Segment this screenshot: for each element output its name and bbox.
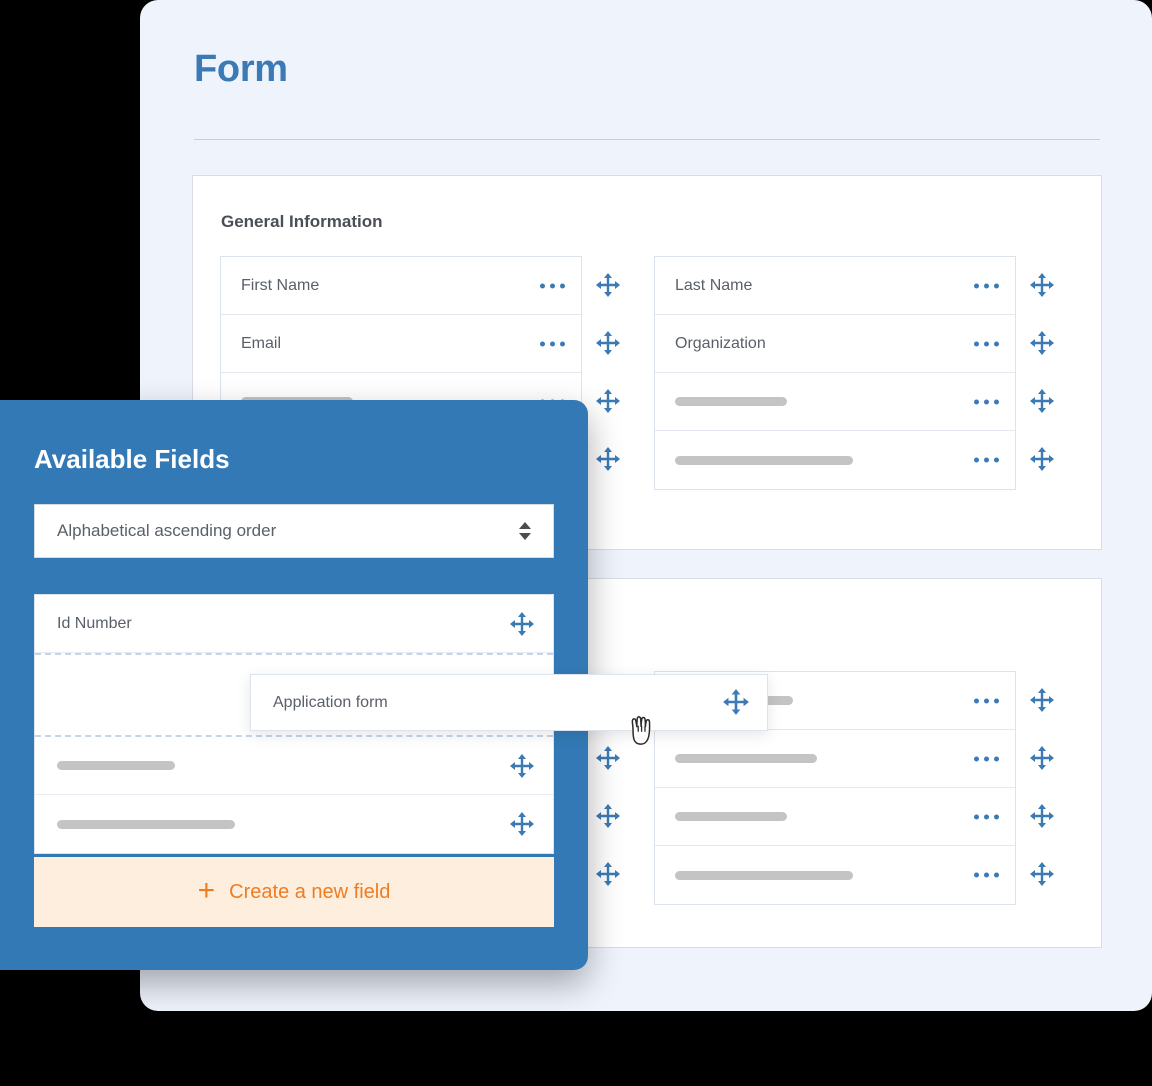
title-divider bbox=[194, 139, 1100, 140]
move-handle[interactable] bbox=[591, 430, 625, 488]
plus-icon: + bbox=[197, 873, 216, 907]
move-arrows-icon bbox=[510, 812, 534, 836]
move-handle[interactable] bbox=[591, 314, 625, 372]
move-handle[interactable] bbox=[509, 611, 535, 637]
move-handle[interactable] bbox=[591, 372, 625, 430]
field-row[interactable] bbox=[655, 431, 1015, 489]
move-arrows-icon bbox=[1030, 804, 1054, 828]
available-fields-title: Available Fields bbox=[34, 444, 230, 474]
sort-spinner-icon[interactable] bbox=[519, 522, 531, 540]
create-new-field-button[interactable]: + Create a new field bbox=[34, 857, 554, 927]
field-row[interactable] bbox=[655, 846, 1015, 904]
more-options-icon[interactable] bbox=[540, 341, 565, 346]
field-label: Email bbox=[241, 334, 282, 352]
move-arrows-icon bbox=[596, 331, 620, 355]
section-heading: General Information bbox=[221, 212, 383, 231]
more-options-icon[interactable] bbox=[974, 341, 999, 346]
move-handle[interactable] bbox=[1025, 671, 1059, 729]
field-row[interactable]: Organization bbox=[655, 315, 1015, 373]
more-options-icon[interactable] bbox=[974, 457, 999, 463]
field-row[interactable] bbox=[655, 788, 1015, 846]
move-handle-column-right bbox=[1025, 256, 1059, 488]
field-column-right: Last Name Organization bbox=[654, 256, 1016, 490]
move-arrows-icon bbox=[1030, 746, 1054, 770]
move-arrows-icon bbox=[510, 611, 534, 636]
move-arrows-icon bbox=[596, 746, 620, 770]
more-options-icon[interactable] bbox=[974, 399, 999, 404]
field-label: Organization bbox=[675, 334, 766, 352]
more-options-icon[interactable] bbox=[974, 814, 999, 819]
more-options-icon[interactable] bbox=[974, 698, 999, 703]
sort-order-value: Alphabetical ascending order bbox=[57, 521, 277, 540]
dragged-move-handle[interactable] bbox=[722, 688, 750, 721]
move-handle[interactable] bbox=[591, 729, 625, 787]
more-options-icon[interactable] bbox=[974, 872, 999, 878]
field-label: Id Number bbox=[57, 614, 132, 632]
field-placeholder-bar bbox=[675, 812, 787, 821]
dragged-field-label: Application form bbox=[273, 693, 388, 711]
available-field-row[interactable] bbox=[35, 795, 553, 853]
field-label: First Name bbox=[241, 276, 320, 294]
move-arrows-icon bbox=[596, 389, 620, 413]
move-handle[interactable] bbox=[1025, 729, 1059, 787]
move-arrows-icon bbox=[723, 689, 749, 715]
field-placeholder-bar bbox=[675, 455, 853, 465]
move-handle[interactable] bbox=[1025, 787, 1059, 845]
move-handle[interactable] bbox=[591, 845, 625, 903]
field-label: Last Name bbox=[675, 276, 753, 294]
move-arrows-icon bbox=[1030, 331, 1054, 355]
field-row[interactable]: First Name bbox=[221, 257, 581, 315]
more-options-icon[interactable] bbox=[974, 283, 999, 288]
field-group: Last Name Organization bbox=[654, 256, 1016, 490]
move-handle[interactable] bbox=[509, 753, 535, 779]
field-row[interactable]: Last Name bbox=[655, 257, 1015, 315]
available-field-row[interactable]: Id Number bbox=[35, 595, 553, 653]
available-field-row[interactable] bbox=[35, 737, 553, 795]
move-handle[interactable] bbox=[1025, 372, 1059, 430]
move-arrows-icon bbox=[596, 862, 620, 886]
field-placeholder-bar bbox=[675, 754, 817, 763]
sort-order-select[interactable]: Alphabetical ascending order bbox=[34, 504, 554, 558]
field-row[interactable] bbox=[655, 373, 1015, 431]
field-row[interactable]: Email bbox=[221, 315, 581, 373]
move-arrows-icon bbox=[510, 753, 534, 778]
page-title: Form bbox=[194, 48, 288, 90]
dragged-field-card[interactable]: Application form bbox=[250, 674, 768, 731]
more-options-icon[interactable] bbox=[974, 756, 999, 761]
field-placeholder-bar bbox=[675, 397, 787, 406]
field-placeholder-bar bbox=[675, 870, 853, 880]
field-placeholder-bar bbox=[57, 761, 175, 770]
move-arrows-icon bbox=[1030, 447, 1054, 471]
more-options-icon[interactable] bbox=[540, 283, 565, 288]
grabbing-hand-cursor bbox=[626, 712, 660, 757]
move-handle[interactable] bbox=[591, 256, 625, 314]
move-handle[interactable] bbox=[1025, 314, 1059, 372]
move-arrows-icon bbox=[1030, 273, 1054, 297]
move-arrows-icon bbox=[596, 273, 620, 297]
move-arrows-icon bbox=[1030, 862, 1054, 886]
move-arrows-icon bbox=[1030, 688, 1054, 712]
move-handle[interactable] bbox=[1025, 256, 1059, 314]
move-handle[interactable] bbox=[591, 787, 625, 845]
move-handle-column-left bbox=[591, 256, 625, 488]
move-handle-column-right bbox=[1025, 671, 1059, 903]
move-arrows-icon bbox=[596, 804, 620, 828]
move-arrows-icon bbox=[1030, 389, 1054, 413]
move-handle[interactable] bbox=[509, 811, 535, 837]
field-placeholder-bar bbox=[57, 819, 235, 829]
move-arrows-icon bbox=[596, 447, 620, 471]
move-handle[interactable] bbox=[1025, 430, 1059, 488]
field-row[interactable] bbox=[655, 730, 1015, 788]
create-new-field-label: Create a new field bbox=[229, 880, 391, 903]
move-handle[interactable] bbox=[1025, 845, 1059, 903]
